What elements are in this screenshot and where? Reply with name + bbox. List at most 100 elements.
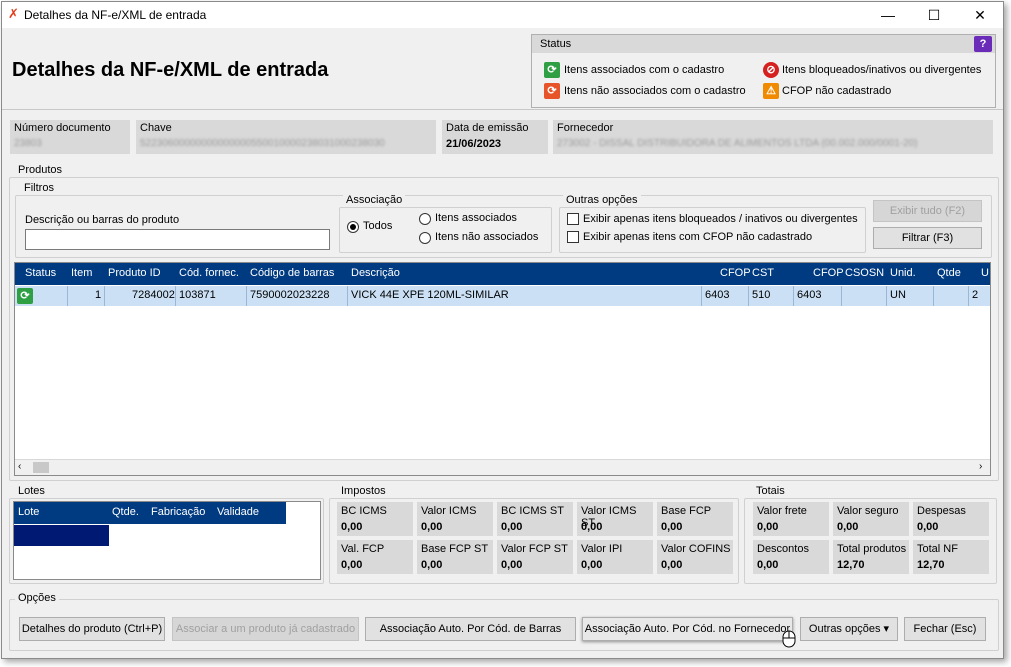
status-legend-header: Status ? (532, 35, 995, 53)
radio-todos[interactable] (347, 221, 359, 233)
close-button[interactable]: ✕ (957, 2, 1003, 28)
tax-label: Val. FCP (341, 543, 385, 555)
radio-associados-label: Itens associados (435, 212, 517, 224)
scroll-thumb[interactable] (33, 462, 49, 473)
row-cfop-2: 6403 (797, 289, 822, 301)
col-csosn[interactable]: CSOSN (845, 267, 884, 279)
minimize-button[interactable]: — (865, 2, 911, 28)
scroll-left-icon[interactable]: ‹ (18, 461, 21, 472)
check-bloqueados[interactable] (567, 213, 579, 225)
sync-orange-icon: ⟳ (544, 83, 560, 99)
col-qtde[interactable]: Qtde (937, 267, 961, 279)
col-descricao[interactable]: Descrição (351, 267, 400, 279)
row-produto-id: 7284002 (132, 289, 175, 301)
search-input[interactable] (25, 229, 330, 250)
col-unid[interactable]: Unid. (890, 267, 916, 279)
blocked-red-icon: ⊘ (763, 62, 779, 78)
tax-value: 0,00 (421, 559, 443, 571)
radio-nao-associados-label: Itens não associados (435, 231, 539, 243)
status-legend: Status ? ⟳ Itens associados com o cadast… (531, 34, 996, 108)
outras-opcoes-button[interactable]: Outras opções ▾ (800, 617, 898, 641)
cell-divider (748, 286, 749, 306)
col-codigo-barras[interactable]: Código de barras (250, 267, 334, 279)
associacao-auto-barras-button[interactable]: Associação Auto. Por Cód. de Barras (365, 617, 576, 641)
tax-valor-ipi: Valor IPI 0,00 (577, 540, 653, 574)
data-emissao-value: 21/06/2023 (446, 138, 502, 150)
associacao-auto-fornecedor-button[interactable]: Associação Auto. Por Cód. no Fornecedor (582, 617, 793, 641)
col-produto-id[interactable]: Produto ID (108, 267, 161, 279)
total-descontos: Descontos 0,00 (753, 540, 829, 574)
tax-value: 0,00 (661, 521, 683, 533)
exibir-tudo-button[interactable]: Exibir tudo (F2) (873, 200, 982, 222)
data-emissao-field: Data de emissão 21/06/2023 (442, 120, 548, 154)
fechar-button[interactable]: Fechar (Esc) (904, 617, 986, 641)
help-icon[interactable]: ? (974, 36, 992, 52)
lotes-col-qtde[interactable]: Qtde. (112, 506, 139, 518)
check-cfop-label: Exibir apenas itens com CFOP não cadastr… (583, 231, 813, 243)
cell-divider (246, 286, 247, 306)
lotes-col-fabricacao[interactable]: Fabricação (151, 506, 205, 518)
col-cfop-2[interactable]: CFOP (813, 267, 844, 279)
legend-cfop: CFOP não cadastrado (782, 85, 892, 97)
total-label: Total produtos (837, 543, 907, 555)
lotes-grid[interactable]: Lote Qtde. Fabricação Validade (13, 501, 321, 580)
produtos-label: Produtos (15, 164, 66, 176)
total-despesas: Despesas 0,00 (913, 502, 989, 536)
lotes-selected-row[interactable] (14, 525, 109, 546)
numero-documento-field: Número documento 23803 (10, 120, 130, 154)
tax-value: 0,00 (501, 521, 523, 533)
col-cod-fornec[interactable]: Cód. fornec. (179, 267, 239, 279)
scroll-right-icon[interactable]: › (979, 461, 982, 472)
products-grid[interactable]: Status Item Produto ID Cód. fornec. Códi… (14, 262, 991, 476)
fornecedor-label: Fornecedor (557, 122, 614, 134)
cell-divider (933, 286, 934, 306)
tax-label: Base FCP (661, 505, 712, 517)
cell-divider (886, 286, 887, 306)
tax-label: Valor FCP ST (501, 543, 568, 555)
tax-label: Base FCP ST (421, 543, 489, 555)
data-emissao-label: Data de emissão (446, 122, 529, 134)
horizontal-scrollbar[interactable]: ‹ › (15, 459, 990, 475)
check-cfop[interactable] (567, 231, 579, 243)
col-cst[interactable]: CST (752, 267, 774, 279)
tax-label: Valor COFINS (661, 543, 731, 555)
tax-value: 0,00 (421, 521, 443, 533)
tax-label: BC ICMS (341, 505, 387, 517)
total-label: Valor seguro (837, 505, 899, 517)
fornecedor-value: 273002 - DISSAL DISTRIBUIDORA DE ALIMENT… (557, 138, 918, 149)
radio-nao-associados[interactable] (419, 232, 431, 244)
legend-bloqueados: Itens bloqueados/inativos ou divergentes (782, 64, 982, 76)
filtrar-button[interactable]: Filtrar (F3) (873, 227, 982, 249)
row-cfop: 6403 (705, 289, 730, 301)
col-u[interactable]: U (981, 267, 989, 279)
total-value: 0,00 (757, 559, 779, 571)
col-status[interactable]: Status (25, 267, 56, 279)
col-item[interactable]: Item (71, 267, 92, 279)
cell-divider (701, 286, 702, 306)
associar-produto-button[interactable]: Associar a um produto já cadastrado (172, 617, 359, 641)
col-cfop[interactable]: CFOP (720, 267, 751, 279)
lotes-col-validade[interactable]: Validade (217, 506, 259, 518)
lotes-col-lote[interactable]: Lote (18, 506, 39, 518)
cell-divider (104, 286, 105, 306)
row-codigo-barras: 7590002023228 (250, 289, 330, 301)
tax-value: 0,00 (341, 521, 363, 533)
total-value: 0,00 (837, 521, 859, 533)
lotes-header: Lote Qtde. Fabricação Validade (14, 502, 286, 524)
detalhes-produto-button[interactable]: Detalhes do produto (Ctrl+P) (19, 617, 165, 641)
radio-associados[interactable] (419, 213, 431, 225)
outras-opcoes-label: Outras opções (563, 194, 641, 206)
tax-valor-cofins: Valor COFINS 0,00 (657, 540, 733, 574)
total-produtos: Total produtos 12,70 (833, 540, 909, 574)
window-title: Detalhes da NF-e/XML de entrada (24, 8, 207, 22)
table-row[interactable]: ⟳ 1 7284002 103871 7590002023228 VICK 44… (15, 286, 990, 306)
total-label: Valor frete (757, 505, 807, 517)
impostos-label: Impostos (338, 485, 389, 497)
opcoes-label: Opções (15, 592, 59, 604)
tax-label: Valor IPI (581, 543, 623, 555)
tax-val-fcp: Val. FCP 0,00 (337, 540, 413, 574)
chave-value: 5223060000000000000055001000023803100023… (140, 138, 385, 149)
maximize-button[interactable]: ☐ (911, 2, 957, 28)
total-nf: Total NF 12,70 (913, 540, 989, 574)
total-valor-seguro: Valor seguro 0,00 (833, 502, 909, 536)
